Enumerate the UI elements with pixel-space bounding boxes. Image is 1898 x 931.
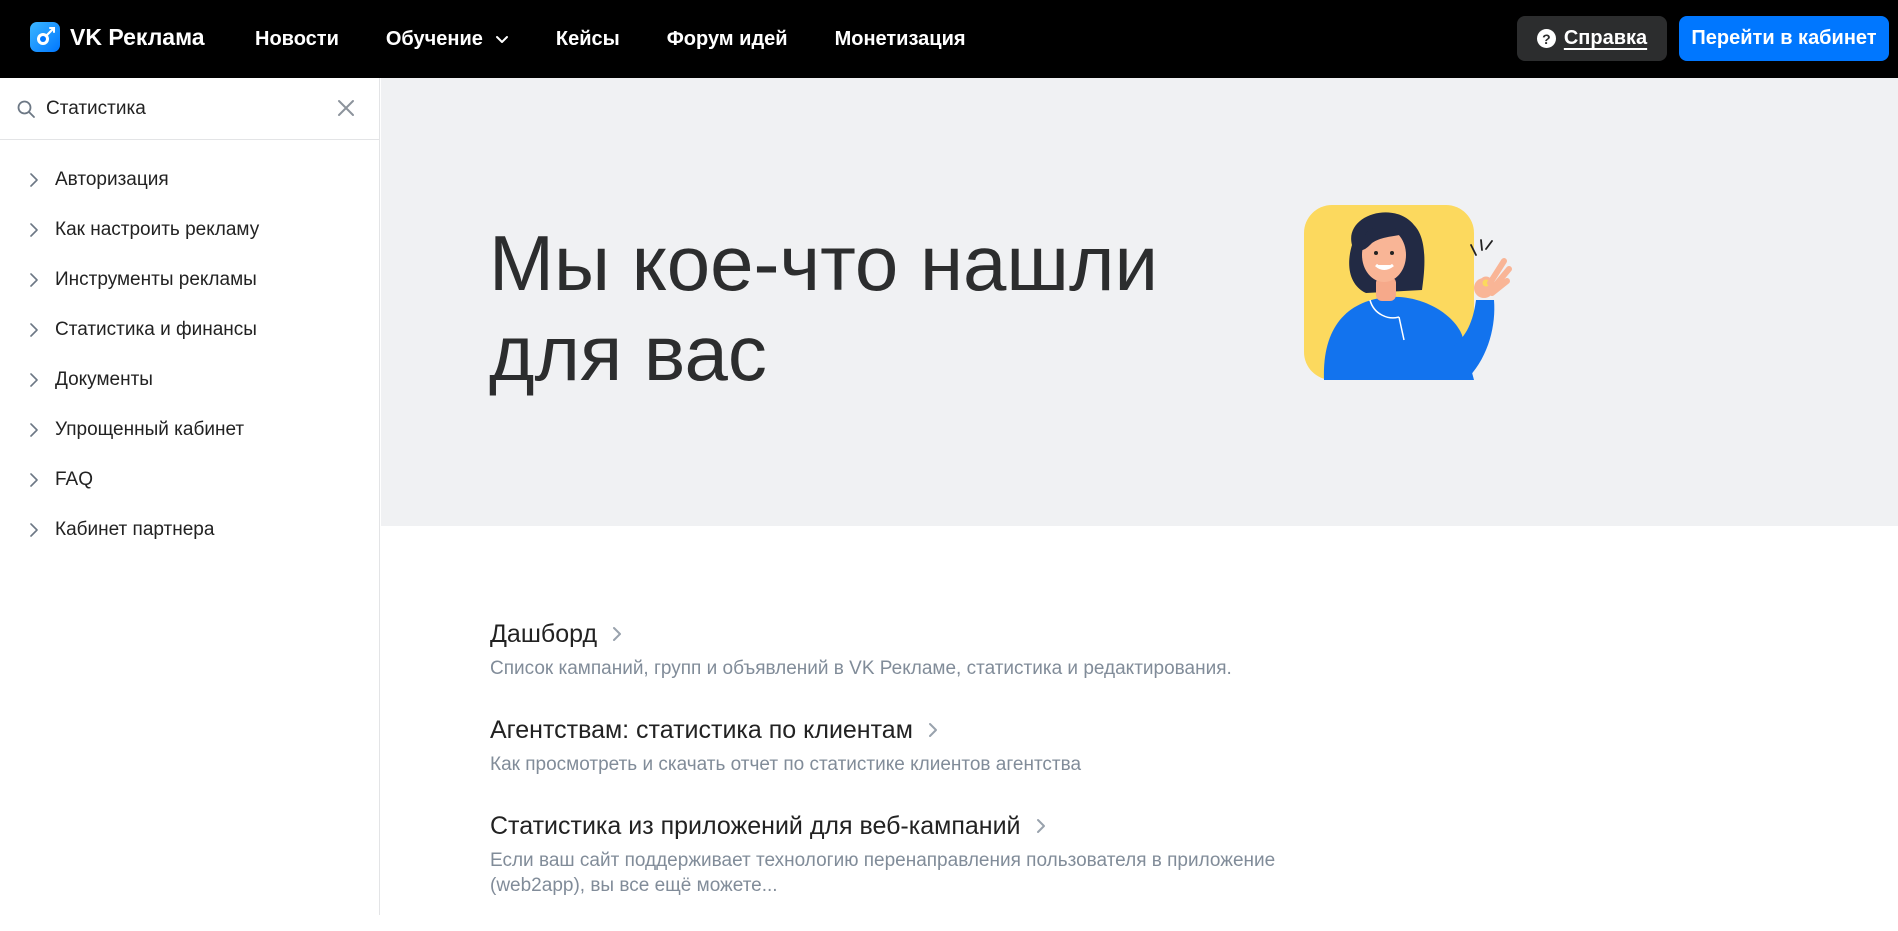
result-description: Как просмотреть и скачать отчет по стати… [490, 754, 1082, 775]
question-icon: ? [1536, 29, 1556, 48]
search-results: Дашборд Список кампаний, групп и объявле… [490, 618, 1350, 931]
sidebar-item-partner-cabinet[interactable]: Кабинет партнера [0, 505, 379, 555]
title-line: Мы кое-что нашли [489, 219, 1159, 307]
chevron-right-icon [30, 323, 38, 337]
hero-banner: Мы кое-что нашли для вас [381, 78, 1898, 526]
clear-search-icon[interactable] [335, 97, 357, 119]
nav-label: Монетизация [834, 27, 966, 50]
result-title: Дашборд [490, 619, 598, 648]
title-line: для вас [489, 309, 767, 397]
sidebar-item-simplified-cabinet[interactable]: Упрощенный кабинет [0, 405, 379, 455]
page-title: Мы кое-что нашли для вас [489, 218, 1249, 398]
search-result: Дашборд Список кампаний, групп и объявле… [490, 618, 1350, 681]
chevron-right-icon [30, 373, 38, 387]
result-title: Статистика из приложений для веб-кампани… [490, 811, 1021, 840]
search-result: Агентствам: статистика по клиентам Как п… [490, 714, 1350, 777]
sidebar-item-label: Кабинет партнера [55, 519, 215, 540]
sidebar: Авторизация Как настроить рекламу Инстру… [0, 78, 380, 915]
nav-label: Новости [255, 27, 339, 50]
sidebar-item-authorization[interactable]: Авторизация [0, 155, 379, 205]
sidebar-item-label: Документы [55, 369, 153, 390]
woman-ok-gesture-illustration [1304, 205, 1512, 380]
cabinet-button-label: Перейти в кабинет [1691, 27, 1877, 49]
sidebar-item-setup-ads[interactable]: Как настроить рекламу [0, 205, 379, 255]
sidebar-item-label: Как настроить рекламу [55, 219, 260, 240]
chevron-down-icon [495, 36, 508, 43]
chevron-right-icon [30, 473, 38, 487]
sidebar-item-label: Инструменты рекламы [55, 269, 257, 290]
sidebar-item-faq[interactable]: FAQ [0, 455, 379, 505]
sidebar-item-label: Упрощенный кабинет [55, 419, 245, 440]
sidebar-item-ad-tools[interactable]: Инструменты рекламы [0, 255, 379, 305]
search-result: Статистика из приложений для веб-кампани… [490, 810, 1350, 898]
result-link-agency-stats[interactable]: Агентствам: статистика по клиентам [490, 714, 1350, 746]
search-icon [17, 100, 35, 118]
sidebar-item-stats-finance[interactable]: Статистика и финансы [0, 305, 379, 355]
result-link-dashboard[interactable]: Дашборд [490, 618, 1350, 650]
search-input[interactable] [46, 97, 326, 120]
chevron-right-icon [1036, 819, 1045, 833]
main-nav: Новости Обучение Кейсы Форум идей Монети… [255, 0, 1013, 78]
vk-logo-icon [30, 22, 60, 52]
nav-label: Обучение [385, 27, 483, 50]
chevron-right-icon [30, 273, 38, 287]
nav-item-news[interactable]: Новости [255, 28, 339, 51]
sidebar-item-label: FAQ [55, 469, 94, 490]
vk-reklama-logo[interactable]: VK Реклама [30, 22, 205, 52]
help-button-label: Справка [1563, 27, 1648, 49]
sidebar-item-documents[interactable]: Документы [0, 355, 379, 405]
logo-text: VK Реклама [70, 23, 205, 50]
nav-label: Кейсы [555, 27, 620, 50]
result-description: Список кампаний, групп и объявлений в VK… [490, 658, 1232, 679]
chevron-right-icon [928, 723, 937, 737]
go-to-cabinet-button[interactable]: Перейти в кабинет [1679, 16, 1889, 61]
help-button[interactable]: ? Справка [1517, 16, 1667, 61]
nav-item-monetization[interactable]: Монетизация [835, 28, 966, 51]
chevron-right-icon [613, 627, 622, 641]
sidebar-item-label: Авторизация [55, 169, 169, 190]
top-navigation-bar: VK Реклама Новости Обучение Кейсы Форум … [0, 0, 1898, 78]
nav-item-ideas-forum[interactable]: Форум идей [667, 28, 788, 51]
chevron-right-icon [30, 423, 38, 437]
sidebar-item-label: Статистика и финансы [55, 319, 257, 340]
nav-item-cases[interactable]: Кейсы [556, 28, 620, 51]
result-title: Агентствам: статистика по клиентам [490, 715, 913, 744]
nav-item-learning[interactable]: Обучение [386, 28, 509, 51]
result-link-web2app-stats[interactable]: Статистика из приложений для веб-кампани… [490, 810, 1350, 842]
sidebar-menu: Авторизация Как настроить рекламу Инстру… [0, 140, 379, 555]
nav-label: Форум идей [666, 27, 788, 50]
result-description: Если ваш сайт поддерживает технологию пе… [490, 850, 1276, 896]
chevron-right-icon [30, 223, 38, 237]
chevron-right-icon [30, 523, 38, 537]
chevron-right-icon [30, 173, 38, 187]
search-bar [0, 78, 379, 140]
